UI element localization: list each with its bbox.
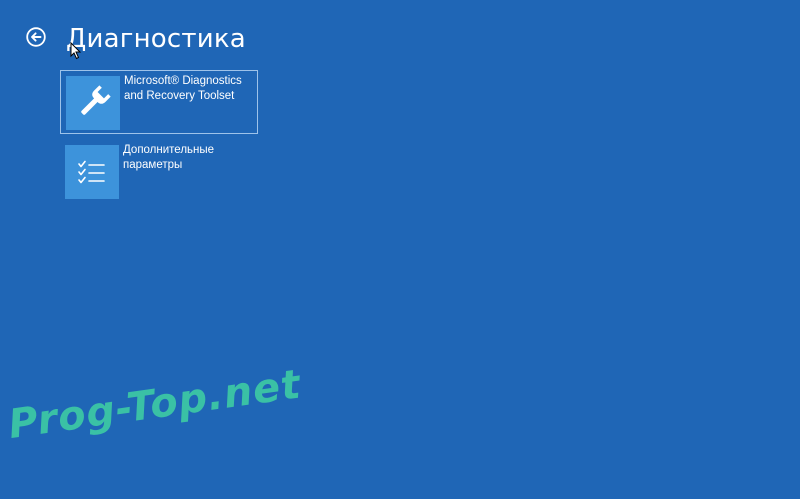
tile-label: Дополнительные параметры [123,144,215,171]
tile-advanced-options[interactable]: Дополнительные параметры [60,140,258,204]
back-arrow-icon [26,27,46,47]
tile-icon-box [66,76,120,130]
tile-label: Microsoft® Diagnostics and Recovery Tool… [124,75,242,102]
checklist-icon [78,160,105,184]
page-title: Диагностика [66,24,246,54]
tile-diagnostics-recovery-toolset[interactable]: Microsoft® Diagnostics and Recovery Tool… [60,70,258,134]
back-button[interactable] [26,27,46,47]
tile-icon-box [65,145,119,199]
watermark-text: Prog-Top.net [5,361,304,448]
mouse-cursor-icon [70,42,82,60]
wrench-icon [81,85,111,115]
